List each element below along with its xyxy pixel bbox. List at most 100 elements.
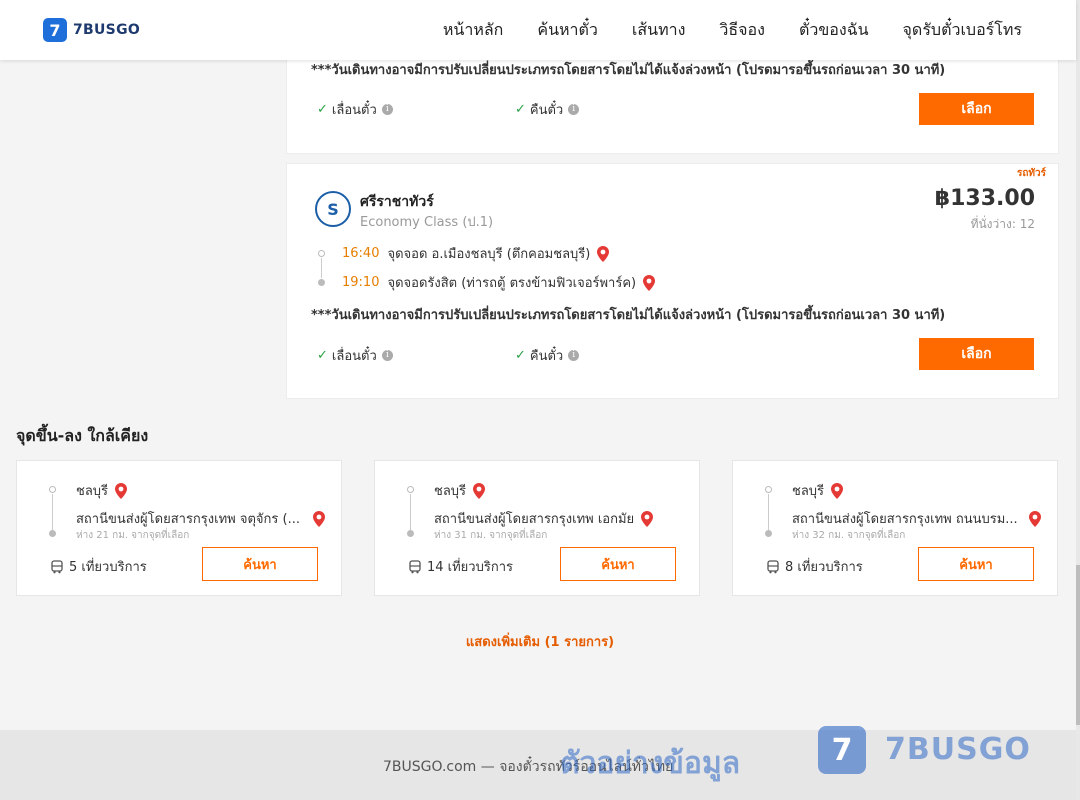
top-navbar: 7 7BUSGO หน้าหลัก ค้นหาตั๋ว เส้นทาง วิธี… — [0, 0, 1076, 60]
show-more-link[interactable]: แสดงเพิ่มเติม (1 รายการ) — [0, 631, 1080, 652]
timeline-line — [321, 258, 322, 278]
map-pin-icon[interactable] — [312, 510, 326, 527]
trip-note: ***วันเดินทางอาจมีการปรับเปลี่ยนประเภทรถ… — [311, 308, 946, 323]
city-label: ชลบุรี — [434, 484, 467, 499]
nearby-trip-count: 8 เที่ยวบริการ — [766, 556, 863, 577]
logo-text: 7BUSGO — [73, 22, 141, 38]
check-icon: ✓ — [515, 102, 526, 117]
depart-time: 16:40 — [342, 246, 380, 261]
seats-available: ที่นั่งว่าง: 12 — [970, 217, 1035, 231]
city-label: ชลบุรี — [792, 484, 825, 499]
feature-refund-ticket: ✓ คืนตั๋ว i — [515, 99, 580, 120]
arrive-stop-name: จุดจอดรังสิต (ท่ารถตู้ ตรงข้ามฟิวเจอร์พา… — [387, 276, 637, 291]
feature-label: เลื่อนตั๋ว — [331, 103, 377, 118]
operator-logo: S — [315, 191, 351, 227]
map-pin-icon[interactable] — [472, 482, 486, 499]
nearby-distance: ห่าง 21 กม. จากจุดที่เลือก — [76, 530, 190, 541]
logo[interactable]: 7 7BUSGO — [43, 18, 140, 42]
check-icon: ✓ — [317, 348, 328, 363]
bus-icon — [767, 559, 779, 573]
check-icon: ✓ — [515, 348, 526, 363]
feature-label: คืนตั๋ว — [529, 349, 564, 364]
nearby-trip-count: 5 เที่ยวบริการ — [50, 556, 147, 577]
trip-note: ***วันเดินทางอาจมีการปรับเปลี่ยนประเภทรถ… — [311, 63, 946, 78]
check-icon: ✓ — [317, 102, 328, 117]
nearby-station: สถานีขนส่งผู้โดยสารกรุงเทพ เอกมัย — [434, 508, 684, 529]
nearby-distance: ห่าง 32 กม. จากจุดที่เลือก — [792, 530, 906, 541]
map-pin-icon[interactable] — [114, 482, 128, 499]
arrive-stop: 19:10 จุดจอดรังสิต (ท่ารถตู้ ตรงข้ามฟิวเ… — [342, 272, 656, 293]
timeline-start-dot — [765, 486, 772, 493]
watermark-text: ตัวอย่างข้อมูล — [560, 746, 741, 781]
arrive-time: 19:10 — [342, 275, 380, 290]
feature-label: คืนตั๋ว — [529, 103, 564, 118]
search-button[interactable]: ค้นหา — [918, 547, 1034, 581]
bus-type-tag: รถทัวร์ — [1016, 168, 1046, 179]
search-button[interactable]: ค้นหา — [560, 547, 676, 581]
timeline-end-dot — [49, 530, 56, 537]
watermark-logo: 7 — [818, 726, 866, 774]
nav-my-tickets[interactable]: ตั๋วของฉัน — [799, 18, 869, 43]
nearby-city: ชลบุรี — [76, 480, 128, 501]
bus-icon — [409, 559, 421, 573]
feature-change-ticket: ✓ เลื่อนตั๋ว i — [317, 99, 393, 120]
depart-stop-name: จุดจอด อ.เมืองชลบุรี (ตึกคอมชลบุรี) — [387, 247, 591, 262]
nearby-trip-count: 14 เที่ยวบริการ — [408, 556, 513, 577]
nearby-distance: ห่าง 31 กม. จากจุดที่เลือก — [434, 530, 548, 541]
timeline-end-dot — [407, 530, 414, 537]
timeline-start-dot — [49, 486, 56, 493]
timeline-start-dot — [318, 250, 325, 257]
depart-stop: 16:40 จุดจอด อ.เมืองชลบุรี (ตึกคอมชลบุรี… — [342, 243, 610, 264]
station-label: สถานีขนส่งผู้โดยสารกรุงเทพ ถนนบรม... — [792, 512, 1018, 527]
nearby-card: ชลบุรี สถานีขนส่งผู้โดยสารกรุงเทพ เอกมัย… — [374, 460, 700, 596]
timeline-line — [410, 494, 411, 530]
nearby-card: ชลบุรี สถานีขนส่งผู้โดยสารกรุงเทพ ถนนบรม… — [732, 460, 1058, 596]
nearby-card: ชลบุรี สถานีขนส่งผู้โดยสารกรุงเทพ จตุจัก… — [16, 460, 342, 596]
nav-search-tickets[interactable]: ค้นหาตั๋ว — [537, 18, 598, 43]
footer: 7BUSGO.com — จองตั๋วรถทัวร์ออนไลน์ทั่วไท… — [0, 726, 1076, 800]
nearby-station: สถานีขนส่งผู้โดยสารกรุงเทพ ถนนบรม... — [792, 508, 1042, 529]
city-label: ชลบุรี — [76, 484, 109, 499]
trip-count-label: 8 เที่ยวบริการ — [785, 560, 863, 575]
trip-count-label: 5 เที่ยวบริการ — [69, 560, 147, 575]
select-button[interactable]: เลือก — [919, 338, 1034, 370]
timeline-line — [768, 494, 769, 530]
bus-class: Economy Class (ป.1) — [360, 215, 494, 230]
map-pin-icon[interactable] — [596, 245, 610, 262]
nav-routes[interactable]: เส้นทาง — [632, 18, 686, 43]
map-pin-icon[interactable] — [640, 510, 654, 527]
timeline-end-dot — [318, 279, 325, 286]
map-pin-icon[interactable] — [642, 274, 656, 291]
nearby-city: ชลบุรี — [434, 480, 486, 501]
select-button[interactable]: เลือก — [919, 93, 1034, 125]
main-nav: หน้าหลัก ค้นหาตั๋ว เส้นทาง วิธีจอง ตั๋วข… — [409, 0, 1022, 60]
feature-refund-ticket: ✓ คืนตั๋ว i — [515, 345, 580, 366]
timeline-start-dot — [407, 486, 414, 493]
operator-name: ศรีราชาทัวร์ — [360, 194, 434, 210]
map-pin-icon[interactable] — [1028, 510, 1042, 527]
bus-icon — [51, 559, 63, 573]
timeline-end-dot — [765, 530, 772, 537]
nav-ticket-points[interactable]: จุดรับตั๋วเบอร์โทร — [903, 18, 1022, 43]
info-icon[interactable]: i — [568, 350, 580, 361]
trip-card: รถทัวร์ S ศรีราชาทัวร์ Economy Class (ป.… — [286, 163, 1059, 399]
logo-mark: 7 — [43, 18, 67, 42]
search-button[interactable]: ค้นหา — [202, 547, 318, 581]
info-icon[interactable]: i — [568, 104, 580, 115]
watermark-brand: 7BUSGO — [885, 732, 1031, 767]
timeline-line — [52, 494, 53, 530]
station-label: สถานีขนส่งผู้โดยสารกรุงเทพ เอกมัย — [434, 512, 635, 527]
nearby-city: ชลบุรี — [792, 480, 844, 501]
station-label: สถานีขนส่งผู้โดยสารกรุงเทพ จตุจักร (... — [76, 512, 300, 527]
feature-change-ticket: ✓ เลื่อนตั๋ว i — [317, 345, 393, 366]
nearby-section-title: จุดขึ้น-ลง ใกล้เคียง — [16, 426, 149, 445]
nearby-station: สถานีขนส่งผู้โดยสารกรุงเทพ จตุจักร (... — [76, 508, 326, 529]
trip-count-label: 14 เที่ยวบริการ — [427, 560, 513, 575]
info-icon[interactable]: i — [381, 350, 393, 361]
feature-label: เลื่อนตั๋ว — [331, 349, 377, 364]
map-pin-icon[interactable] — [830, 482, 844, 499]
nav-home[interactable]: หน้าหลัก — [443, 18, 504, 43]
price: ฿133.00 — [934, 186, 1035, 211]
nav-how-to-book[interactable]: วิธีจอง — [719, 18, 765, 43]
info-icon[interactable]: i — [381, 104, 393, 115]
